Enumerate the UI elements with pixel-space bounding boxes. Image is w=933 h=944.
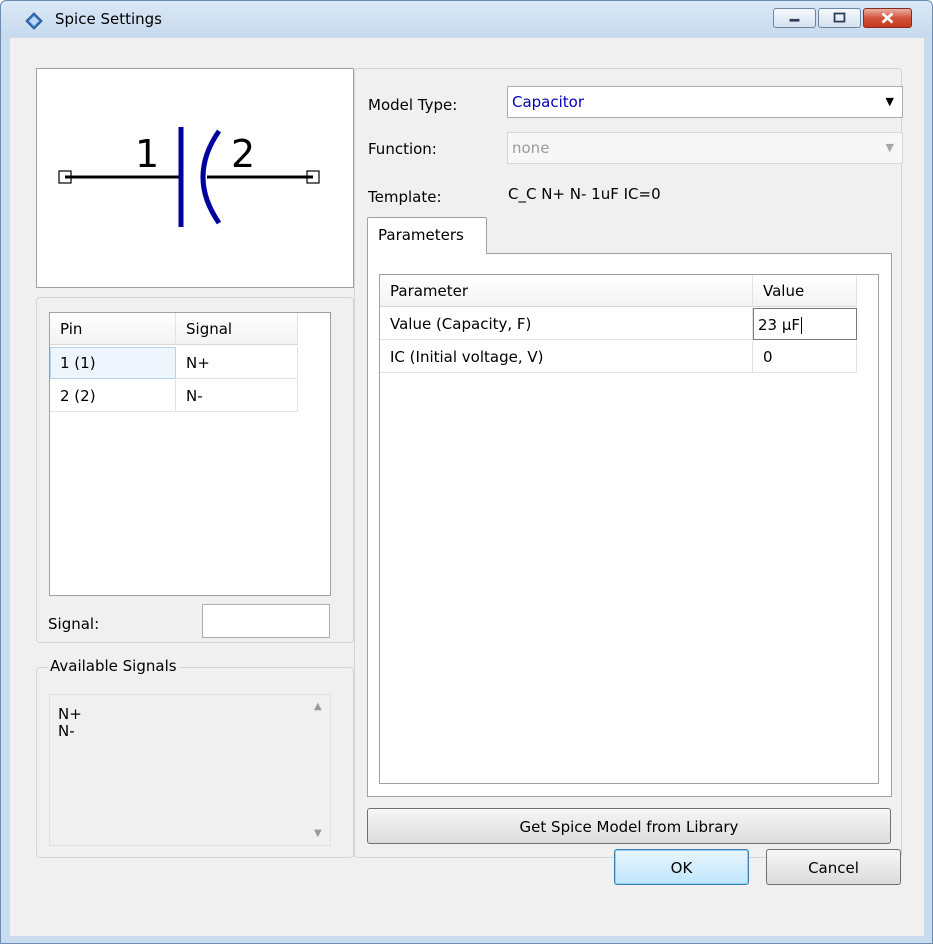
pin-cell[interactable]: 2 (2) [50, 380, 176, 412]
pin-column-header[interactable]: Pin [50, 313, 176, 345]
chevron-down-icon: ▼ [885, 141, 894, 154]
value-cell[interactable]: 0 [753, 341, 857, 373]
scroll-up-icon[interactable]: ▲ [314, 701, 322, 712]
pin1-label: 1 [135, 132, 159, 176]
function-value: none [512, 139, 550, 157]
parameter-cell[interactable]: Value (Capacity, F) [380, 308, 753, 340]
get-spice-model-button[interactable]: Get Spice Model from Library [367, 808, 891, 844]
text-caret [801, 317, 803, 334]
close-button[interactable] [863, 8, 912, 28]
value-edit-cell[interactable]: 23 µF [753, 308, 857, 340]
available-signals-list[interactable]: N+ N- ▲ ▼ [49, 694, 331, 846]
model-type-dropdown[interactable]: Capacitor ▼ [507, 86, 903, 118]
model-type-value: Capacitor [512, 93, 585, 111]
chevron-down-icon: ▼ [885, 95, 894, 108]
capacitor-symbol-icon: 1 2 [58, 127, 320, 227]
signal-input[interactable] [202, 604, 330, 638]
value-column-header[interactable]: Value [753, 275, 857, 307]
signal-cell[interactable]: N- [176, 380, 298, 412]
close-icon [881, 12, 894, 24]
template-label: Template: [368, 188, 442, 206]
ok-button[interactable]: OK [614, 849, 749, 885]
signal-column-header[interactable]: Signal [176, 313, 298, 345]
pins-table[interactable]: Pin Signal 1 (1) N+ 2 (2) N- [49, 312, 331, 596]
available-signals-scrollbar[interactable]: ▲ ▼ [311, 697, 328, 843]
parameter-cell[interactable]: IC (Initial voltage, V) [380, 341, 753, 373]
minimize-icon [789, 18, 800, 22]
tab-parameters[interactable]: Parameters [367, 217, 487, 254]
symbol-preview: 1 2 [36, 68, 354, 288]
pin2-label: 2 [231, 132, 255, 176]
parameter-column-header[interactable]: Parameter [380, 275, 753, 307]
dialog-client-area: 1 2 Pin Signal 1 (1) N+ 2 (2) N- Signal:… [10, 38, 924, 936]
signal-cell[interactable]: N+ [176, 347, 298, 379]
spice-settings-dialog: Spice Settings 1 2 Pin Signal 1 (1) N+ 2… [0, 0, 933, 944]
minimize-button[interactable] [773, 8, 816, 28]
list-item[interactable]: N- [58, 722, 75, 740]
app-diamond-icon [25, 12, 43, 30]
scroll-down-icon[interactable]: ▼ [314, 828, 322, 839]
cancel-button[interactable]: Cancel [766, 849, 901, 885]
maximize-icon [833, 12, 846, 23]
pin-cell[interactable]: 1 (1) [50, 347, 176, 379]
function-dropdown[interactable]: none ▼ [507, 132, 903, 164]
parameters-table[interactable]: Parameter Value Value (Capacity, F) 23 µ… [379, 274, 879, 784]
function-label: Function: [368, 140, 437, 158]
list-item[interactable]: N+ [58, 705, 82, 723]
available-signals-legend: Available Signals [48, 657, 179, 675]
title-bar[interactable]: Spice Settings [1, 1, 932, 37]
template-value: C_C N+ N- 1uF IC=0 [508, 185, 661, 203]
signal-label: Signal: [48, 615, 100, 633]
value-edit-text: 23 µF [758, 316, 801, 334]
window-title: Spice Settings [55, 10, 162, 28]
maximize-button[interactable] [818, 8, 861, 28]
tab-parameters-label: Parameters [378, 226, 464, 244]
model-type-label: Model Type: [368, 96, 458, 114]
